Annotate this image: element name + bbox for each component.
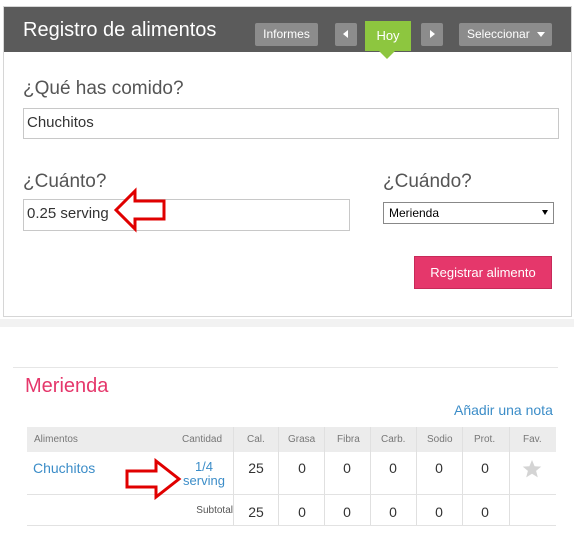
red-arrow-annotation (113, 187, 166, 233)
row-carbs: 0 (389, 460, 397, 476)
column-header-sodium: Sodio (427, 434, 453, 445)
quantity-input[interactable]: 0.25 serving (23, 199, 350, 231)
subtotal-fiber: 0 (343, 504, 351, 520)
chevron-right-icon (430, 30, 435, 38)
add-note-link[interactable]: Añadir una nota (454, 402, 553, 418)
food-input[interactable]: Chuchitos (23, 108, 559, 139)
subtotal-calories: 25 (248, 504, 264, 520)
log-food-button[interactable]: Registrar alimento (414, 256, 552, 289)
header-bar: Registro de alimentos Informes Hoy Selec… (4, 7, 571, 52)
quantity-question-label: ¿Cuánto? (23, 171, 107, 192)
select-date-label: Seleccionar (467, 27, 530, 41)
subtotal-sodium: 0 (435, 504, 443, 520)
food-log-card: Registro de alimentos Informes Hoy Selec… (3, 6, 572, 317)
meal-title: Merienda (25, 375, 109, 397)
column-header-fiber: Fibra (337, 434, 360, 445)
select-date-button[interactable]: Seleccionar (459, 23, 552, 46)
food-question-label: ¿Qué has comido? (23, 78, 184, 99)
meal-select[interactable]: Merienda (383, 202, 554, 224)
column-divider (509, 427, 510, 525)
next-day-button[interactable] (421, 23, 443, 46)
reports-button[interactable]: Informes (255, 23, 318, 46)
row-sodium: 0 (435, 460, 443, 476)
star-icon[interactable] (522, 459, 542, 479)
subtotal-fat: 0 (298, 504, 306, 520)
row-protein: 0 (481, 460, 489, 476)
subtotal-protein: 0 (481, 504, 489, 520)
column-header-food: Alimentos (34, 434, 78, 445)
prev-day-button[interactable] (335, 23, 357, 46)
caret-down-icon (542, 210, 548, 215)
subtotal-carbs: 0 (389, 504, 397, 520)
column-header-quantity: Cantidad (182, 434, 223, 445)
food-name-link[interactable]: Chuchitos (33, 460, 95, 476)
column-header-calories: Cal. (247, 434, 265, 445)
quantity-unit: serving (183, 473, 225, 488)
row-calories: 25 (248, 460, 264, 476)
red-arrow-annotation (125, 458, 182, 500)
row-fat: 0 (298, 460, 306, 476)
column-header-fat: Grasa (288, 434, 316, 445)
column-divider (278, 427, 279, 525)
row-divider (27, 494, 556, 495)
meal-select-value: Merienda (389, 206, 440, 220)
column-header-favorite: Fav. (523, 434, 542, 445)
column-header-carbs: Carb. (381, 434, 406, 445)
row-fiber: 0 (343, 460, 351, 476)
subtotal-label: Subtotal (196, 505, 233, 516)
section-divider (0, 319, 574, 327)
page-title: Registro de alimentos (23, 19, 217, 41)
quantity-link[interactable]: 1/4 serving (175, 460, 233, 488)
chevron-left-icon (343, 30, 348, 38)
section-rule (13, 367, 558, 368)
table-header: Alimentos Cantidad Cal. Grasa Fibra Carb… (27, 427, 556, 452)
today-button[interactable]: Hoy (365, 21, 411, 51)
meal-question-label: ¿Cuándo? (383, 171, 472, 192)
today-pointer-icon (379, 51, 395, 59)
quantity-fraction: 1/4 (194, 459, 214, 474)
row-divider (27, 525, 556, 526)
caret-down-icon (537, 32, 545, 37)
column-header-protein: Prot. (474, 434, 496, 445)
